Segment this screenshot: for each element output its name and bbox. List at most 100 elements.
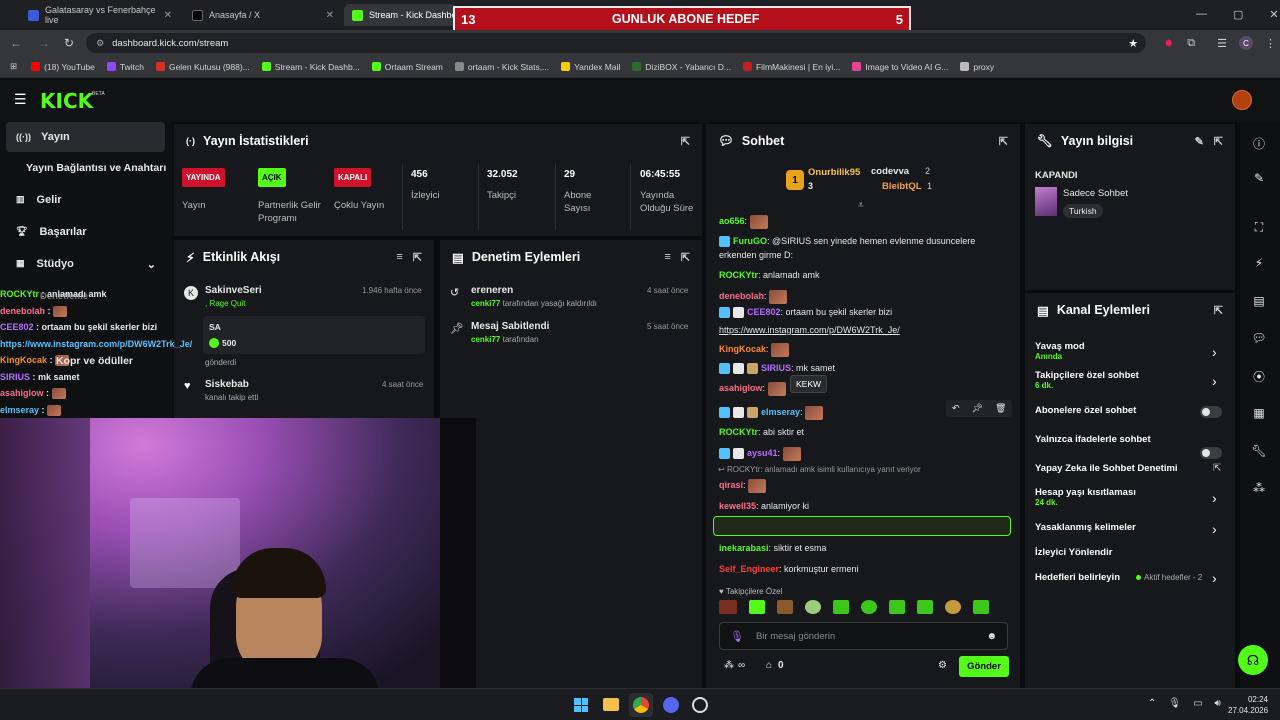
- tab-close-icon[interactable]: ✕: [164, 10, 172, 21]
- bookmark-item[interactable]: FilmMakinesi | En iyi...: [742, 62, 840, 72]
- event-user[interactable]: Siskebab: [205, 379, 249, 390]
- chat-emote-icon[interactable]: [771, 342, 790, 357]
- chat-message[interactable]: aysu41:: [719, 446, 1009, 461]
- bookmark-item[interactable]: Stream - Kick Dashb...: [261, 62, 360, 72]
- emote-icon[interactable]: [719, 600, 737, 614]
- chat-message[interactable]: KingKocak:: [719, 342, 1009, 357]
- chevron-right-icon[interactable]: ›: [1212, 570, 1217, 586]
- chat-username[interactable]: Self_Engineer: [719, 564, 779, 574]
- channel-icon[interactable]: ▦: [1248, 402, 1270, 424]
- chat-message[interactable]: qirasi:: [719, 478, 1009, 493]
- kick-logo[interactable]: KICK: [40, 89, 93, 113]
- bookmark-item[interactable]: (18) YouTube: [31, 62, 95, 72]
- bookmark-item[interactable]: Image to Video AI G...: [852, 62, 948, 72]
- emote-icon[interactable]: [805, 600, 821, 614]
- tray-chevron-up-icon[interactable]: ⌃: [1148, 698, 1156, 709]
- language-tag[interactable]: Turkish: [1063, 204, 1103, 218]
- chevron-right-icon[interactable]: ›: [1212, 373, 1217, 389]
- chat-settings-icon[interactable]: ⚙: [938, 660, 947, 671]
- toggle-switch[interactable]: [1200, 447, 1222, 459]
- bookmark-item[interactable]: proxy: [960, 62, 994, 72]
- chat-message[interactable]: FuruGO: @SIRIUS sen yinede hemen evlenme…: [719, 234, 1009, 262]
- reload-icon[interactable]: ↻: [64, 36, 74, 50]
- channel-action-item[interactable]: Yasaklanmış kelimeler: [1035, 522, 1136, 533]
- send-button[interactable]: Gönder: [959, 656, 1009, 677]
- obs-icon[interactable]: [692, 697, 708, 713]
- bookmark-item[interactable]: ortaam - Kick Stats,...: [454, 62, 549, 72]
- network-icon[interactable]: ▭: [1193, 698, 1202, 709]
- chat-username[interactable]: inekarabasi: [719, 543, 769, 553]
- chat-message[interactable]: ROCKYtr: anlamadı amk: [719, 268, 1009, 282]
- chat-username[interactable]: SIRIUS: [761, 363, 791, 373]
- extension-icon[interactable]: ✸: [1164, 37, 1173, 50]
- popout-icon[interactable]: ⇱: [681, 251, 690, 264]
- broadcast-icon[interactable]: ⦿: [1248, 365, 1270, 387]
- support-button[interactable]: ☊: [1238, 645, 1268, 675]
- chat-input[interactable]: 🎙︎ Bir mesaj gönderin ☻: [719, 622, 1008, 650]
- chat-message[interactable]: Self_Engineer: korkmuştur ermeni: [719, 562, 1009, 576]
- fullscreen-icon[interactable]: ⛶: [1248, 216, 1270, 238]
- emote-icon[interactable]: [889, 600, 905, 614]
- chat-username[interactable]: asahiglow: [719, 383, 763, 393]
- maximize-icon[interactable]: ▢: [1233, 8, 1243, 21]
- edit-icon[interactable]: ✎: [1195, 135, 1204, 148]
- url-field[interactable]: ⚙ dashboard.kick.com/stream ★: [86, 33, 1147, 53]
- chat-message[interactable]: asahiglow:: [719, 381, 1009, 396]
- emote-icon[interactable]: [749, 600, 765, 614]
- chat-emote-icon[interactable]: [769, 289, 788, 304]
- reading-list-icon[interactable]: ☰: [1217, 37, 1227, 50]
- browser-menu-icon[interactable]: ⋮: [1265, 37, 1276, 50]
- chat-icon[interactable]: 💬︎: [1248, 327, 1270, 349]
- channel-action-item[interactable]: Takipçilere özel sohbet 6 dk.: [1035, 370, 1139, 390]
- windows-start-icon[interactable]: [574, 698, 588, 712]
- chat-emote-icon[interactable]: [782, 446, 801, 461]
- chat-message[interactable]: kewell35: anlamiyor ki: [719, 499, 1009, 513]
- chrome-icon[interactable]: [633, 697, 649, 713]
- category-name[interactable]: Sadece Sohbet: [1063, 188, 1128, 199]
- chat-username[interactable]: ao656: [719, 216, 745, 226]
- bookmark-item[interactable]: Gelen Kutusu (988)...: [155, 62, 250, 72]
- minimize-icon[interactable]: —: [1196, 8, 1207, 21]
- bookmark-star-icon[interactable]: ★: [1128, 37, 1138, 50]
- user-avatar[interactable]: [1232, 90, 1252, 110]
- profile-avatar[interactable]: C: [1239, 36, 1254, 50]
- sidebar-item-yayin[interactable]: ((·)) Yayın: [6, 122, 165, 152]
- forward-icon[interactable]: →: [38, 36, 50, 50]
- chat-username[interactable]: elmseray: [761, 407, 800, 417]
- chat-message[interactable]: ROCKYtr: abi sktir et: [719, 425, 1009, 439]
- bookmark-item[interactable]: DiziBOX - Yabancı D...: [632, 62, 731, 72]
- sidebar-item-basarilar[interactable]: 🏆︎ Başarılar: [16, 226, 87, 238]
- channel-action-item[interactable]: Yapay Zeka ile Sohbet Denetimi: [1035, 463, 1178, 474]
- extensions-puzzle-icon[interactable]: ⧉: [1187, 37, 1195, 50]
- popout-icon[interactable]: ⇱: [681, 135, 690, 148]
- channel-action-item[interactable]: Yalnızca ifadelerle sohbet: [1035, 434, 1151, 445]
- back-icon[interactable]: ←: [10, 36, 22, 50]
- volume-icon[interactable]: 🔊︎: [1215, 698, 1221, 709]
- bookmark-item[interactable]: Twitch: [106, 62, 144, 72]
- bolt-icon[interactable]: ⚡︎: [1248, 252, 1270, 274]
- emote-icon[interactable]: [861, 600, 877, 614]
- chat-emote-icon[interactable]: [749, 214, 768, 229]
- clock[interactable]: 02:24 27.04.2026: [1228, 694, 1268, 716]
- chat-username[interactable]: CEE802: [747, 307, 781, 317]
- chat-username[interactable]: ROCKYtr: [719, 427, 758, 437]
- collapse-icon[interactable]: ⩡: [858, 200, 864, 211]
- popout-icon[interactable]: ⇱: [1214, 304, 1223, 317]
- bookmark-item[interactable]: Yandex Mail: [561, 62, 620, 72]
- apps-grid-icon[interactable]: ⊞: [10, 61, 17, 72]
- channel-action-item[interactable]: Hesap yaşı kısıtlaması 24 dk.: [1035, 487, 1136, 507]
- toggle-switch[interactable]: [1200, 406, 1222, 418]
- chat-message[interactable]: https://www.instagram.com/p/DW6W2Trk_Je/: [719, 323, 1009, 337]
- chevron-right-icon[interactable]: ›: [1212, 344, 1217, 360]
- chat-emote-icon[interactable]: [748, 478, 767, 493]
- chevron-right-icon[interactable]: ›: [1212, 490, 1217, 506]
- emoji-icon[interactable]: ☻: [986, 631, 997, 642]
- emote-icon[interactable]: [917, 600, 933, 614]
- chat-message[interactable]: CEE802: ortaam bu şekil skerler bizi: [719, 305, 1009, 319]
- popout-icon[interactable]: ⇱: [413, 251, 422, 264]
- pin-icon[interactable]: 📌︎: [972, 403, 983, 414]
- bookmark-item[interactable]: Ortaam Stream: [371, 62, 443, 72]
- edit-icon[interactable]: ✎: [1248, 167, 1270, 189]
- mod-event-user[interactable]: ereneren: [471, 285, 513, 296]
- chat-username[interactable]: aysu41: [747, 448, 778, 458]
